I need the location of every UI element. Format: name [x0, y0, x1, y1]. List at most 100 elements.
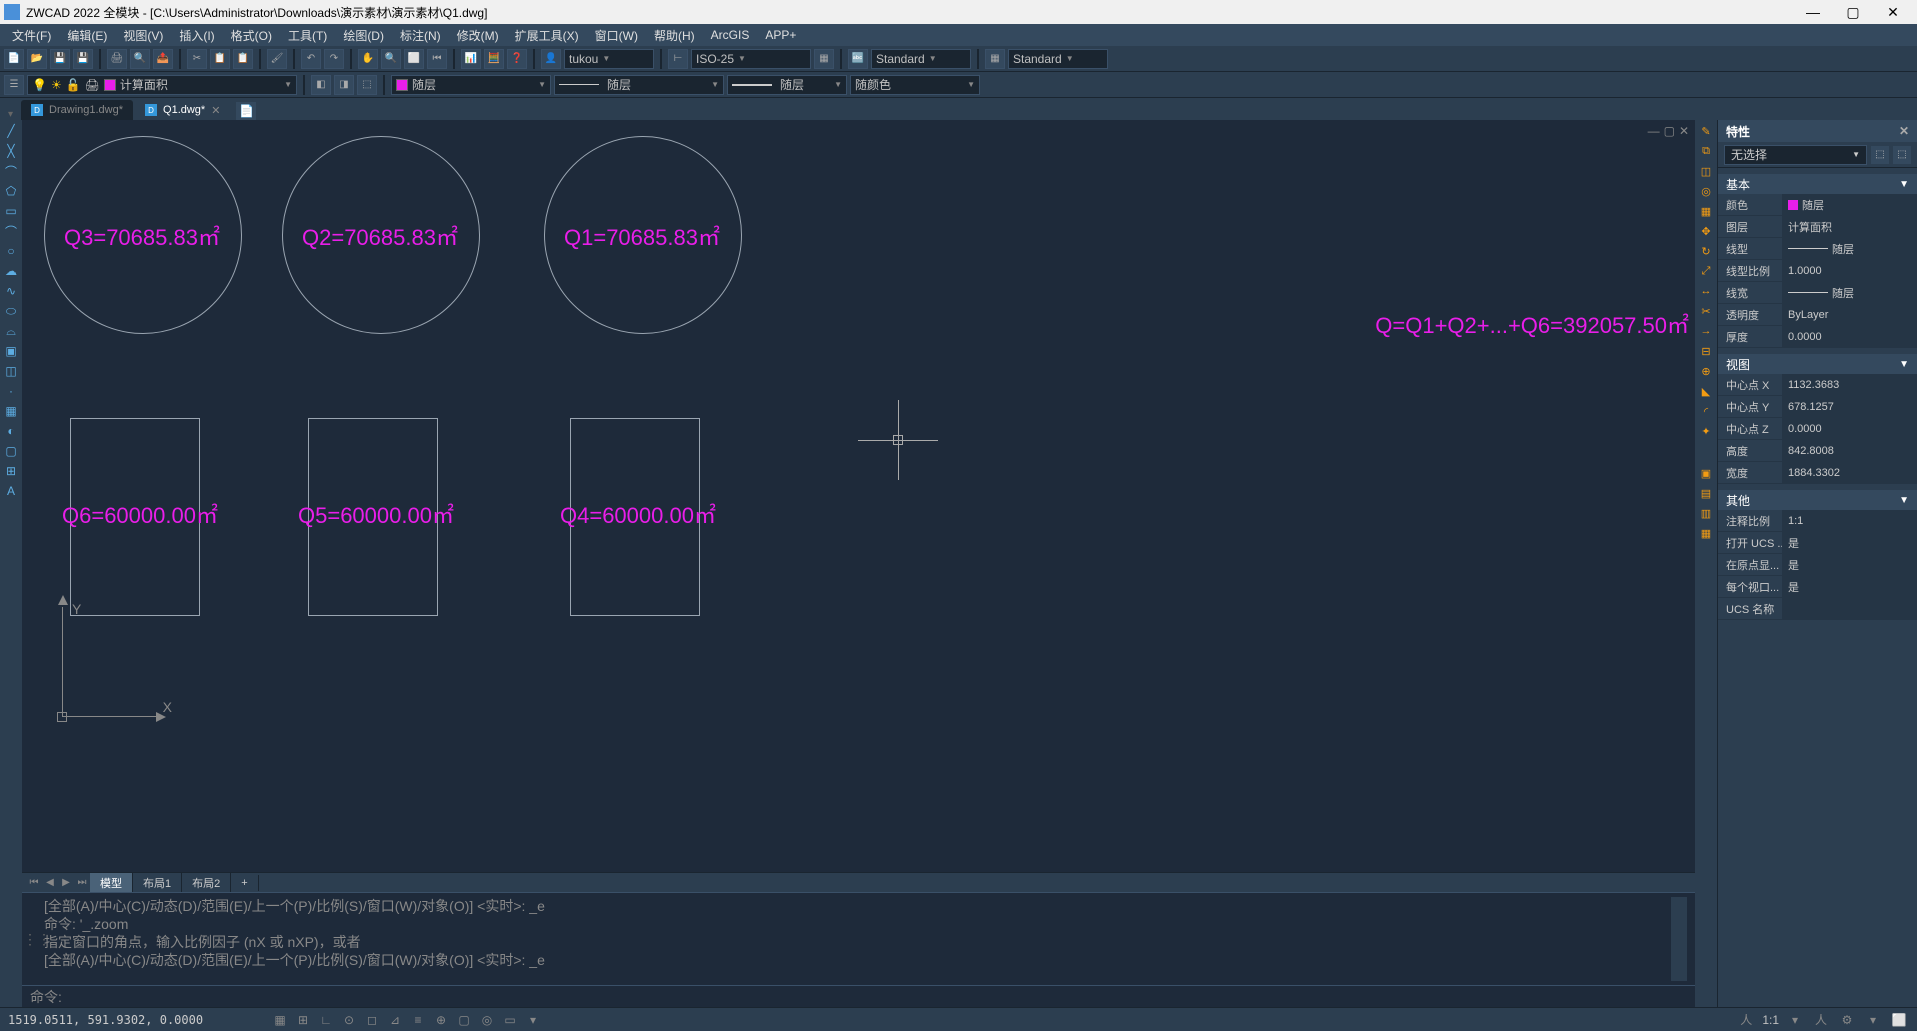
dyn-toggle[interactable]: ⊕ [431, 1011, 451, 1029]
pline-tool[interactable]: ⌒ [2, 162, 20, 180]
prop-center-z-value[interactable]: 0.0000 [1782, 418, 1917, 439]
fillet-tool[interactable]: ◜ [1697, 402, 1715, 420]
region-tool[interactable]: ▢ [2, 442, 20, 460]
lineweight-combo[interactable]: 随层 ▼ [727, 75, 847, 95]
trim-tool[interactable]: ✂ [1697, 302, 1715, 320]
layout-next-icon[interactable]: ▶ [58, 875, 74, 891]
menu-dimension[interactable]: 标注(N) [392, 25, 449, 46]
prop-thickness-value[interactable]: 0.0000 [1782, 326, 1917, 347]
prop-anno-scale-value[interactable]: 1:1 [1782, 510, 1917, 531]
group3-tool[interactable]: ▥ [1697, 504, 1715, 522]
scale-tool[interactable]: ⤢ [1697, 262, 1715, 280]
undo-button[interactable]: ↶ [301, 49, 321, 69]
command-input[interactable] [68, 989, 1687, 1005]
annotation-scale-icon[interactable]: 人 [1736, 1011, 1756, 1029]
layer-manager-button[interactable]: ☰ [4, 75, 24, 95]
line-tool[interactable]: ╱ [2, 122, 20, 140]
rotate-tool[interactable]: ↻ [1697, 242, 1715, 260]
layer-combo[interactable]: 💡 ☀ 🔓 🖨 计算面积 ▼ [27, 75, 297, 95]
menu-help[interactable]: 帮助(H) [646, 25, 703, 46]
insert-tool[interactable]: ▣ [2, 342, 20, 360]
preview-button[interactable]: 🔍 [130, 49, 150, 69]
move-tool[interactable]: ✥ [1697, 222, 1715, 240]
erase-tool[interactable]: ✎ [1697, 122, 1715, 140]
menu-draw[interactable]: 绘图(D) [335, 25, 392, 46]
prop-ucs-on-value[interactable]: 是 [1782, 532, 1917, 553]
publish-button[interactable]: 📤 [153, 49, 173, 69]
tab-nav-icon[interactable]: ▾ [8, 109, 13, 120]
array-tool[interactable]: ▦ [1697, 202, 1715, 220]
minimize-button[interactable]: — [1793, 2, 1833, 22]
menu-window[interactable]: 窗口(W) [587, 25, 646, 46]
close-tab-icon[interactable]: ✕ [211, 104, 220, 117]
ellipsearc-tool[interactable]: ⌓ [2, 322, 20, 340]
prop-linetype-value[interactable]: 随层 [1782, 238, 1917, 259]
model-toggle[interactable]: ▢ [454, 1011, 474, 1029]
layer-prev-button[interactable]: ◨ [334, 75, 354, 95]
table-tool[interactable]: ⊞ [2, 462, 20, 480]
group4-tool[interactable]: ▦ [1697, 524, 1715, 542]
layer-state-button[interactable]: ⬚ [357, 75, 377, 95]
combo-dimstyle[interactable]: ISO-25▼ [691, 49, 811, 69]
menu-extend[interactable]: 扩展工具(X) [507, 25, 587, 46]
revcloud-tool[interactable]: ☁ [2, 262, 20, 280]
group2-tool[interactable]: ▤ [1697, 484, 1715, 502]
menu-file[interactable]: 文件(F) [4, 25, 59, 46]
new-button[interactable]: 📄 [4, 49, 24, 69]
new-tab-button[interactable]: 📄 [236, 102, 256, 120]
menu-modify[interactable]: 修改(M) [449, 25, 507, 46]
menu-insert[interactable]: 插入(I) [171, 25, 222, 46]
layer-iso-button[interactable]: ◧ [311, 75, 331, 95]
quick-select-button[interactable]: ⬚ [1871, 146, 1889, 164]
clean-screen-icon[interactable]: ⬜ [1889, 1011, 1909, 1029]
point-tool[interactable]: · [2, 382, 20, 400]
layout-first-icon[interactable]: ⏮ [26, 875, 42, 891]
xline-tool[interactable]: ╳ [2, 142, 20, 160]
prop-center-y-value[interactable]: 678.1257 [1782, 396, 1917, 417]
menu-format[interactable]: 格式(O) [223, 25, 280, 46]
layout-last-icon[interactable]: ⏭ [74, 875, 90, 891]
selection-combo[interactable]: 无选择 ▼ [1724, 145, 1867, 165]
drawing-canvas[interactable]: — ▢ ✕ Q3=70685.83㎡ Q2=70685.83㎡ Q1=70685… [22, 120, 1695, 872]
zoomprev-button[interactable]: ⏮ [427, 49, 447, 69]
prop-transparency-value[interactable]: ByLayer [1782, 304, 1917, 325]
block-tool[interactable]: ◫ [2, 362, 20, 380]
prop-ltscale-value[interactable]: 1.0000 [1782, 260, 1917, 281]
cursor-coordinates[interactable]: 1519.0511, 591.9302, 0.0000 [8, 1013, 203, 1027]
annotation-scale[interactable]: 1:1 [1762, 1013, 1779, 1027]
more-toggle[interactable]: ▾ [523, 1011, 543, 1029]
prop-lweight-value[interactable]: 随层 [1782, 282, 1917, 303]
properties-close-icon[interactable]: ✕ [1899, 124, 1909, 138]
layout-add-tab[interactable]: + [231, 875, 258, 891]
polar-toggle[interactable]: ⊙ [339, 1011, 359, 1029]
match-button[interactable]: 🖌 [267, 49, 287, 69]
copy-tool[interactable]: ⧉ [1697, 142, 1715, 160]
layout2-tab[interactable]: 布局2 [182, 873, 231, 893]
file-tab-drawing1[interactable]: D Drawing1.dwg* [21, 100, 133, 120]
pick-button[interactable]: ⬚ [1893, 146, 1911, 164]
rect-tool[interactable]: ▭ [2, 202, 20, 220]
prop-center-x-value[interactable]: 1132.3683 [1782, 374, 1917, 395]
table-btn[interactable]: ▦ [985, 49, 1005, 69]
cmd-grip-icon[interactable]: ⋮⋮ [30, 897, 44, 981]
redo-button[interactable]: ↷ [324, 49, 344, 69]
gradient-tool[interactable]: ◐ [2, 422, 20, 440]
saveas-button[interactable]: 💾 [73, 49, 93, 69]
arc-tool[interactable]: ⌒ [2, 222, 20, 240]
layout-prev-icon[interactable]: ◀ [42, 875, 58, 891]
menu-view[interactable]: 视图(V) [115, 25, 171, 46]
prop-ucs-vp-value[interactable]: 是 [1782, 576, 1917, 597]
status-menu-icon[interactable]: ▾ [1863, 1011, 1883, 1029]
dim-linear-button[interactable]: ⊢ [668, 49, 688, 69]
text-tool[interactable]: A [2, 482, 20, 500]
restore-view-icon[interactable]: ▢ [1664, 124, 1675, 138]
help-button[interactable]: ❓ [507, 49, 527, 69]
explode-tool[interactable]: ✦ [1697, 422, 1715, 440]
prop-height-value[interactable]: 842.8008 [1782, 440, 1917, 461]
snap-toggle[interactable]: ⊞ [293, 1011, 313, 1029]
mirror-tool[interactable]: ◫ [1697, 162, 1715, 180]
person-icon[interactable]: 👤 [541, 49, 561, 69]
menu-edit[interactable]: 编辑(E) [59, 25, 115, 46]
menu-tools[interactable]: 工具(T) [280, 25, 335, 46]
spline-tool[interactable]: ∿ [2, 282, 20, 300]
